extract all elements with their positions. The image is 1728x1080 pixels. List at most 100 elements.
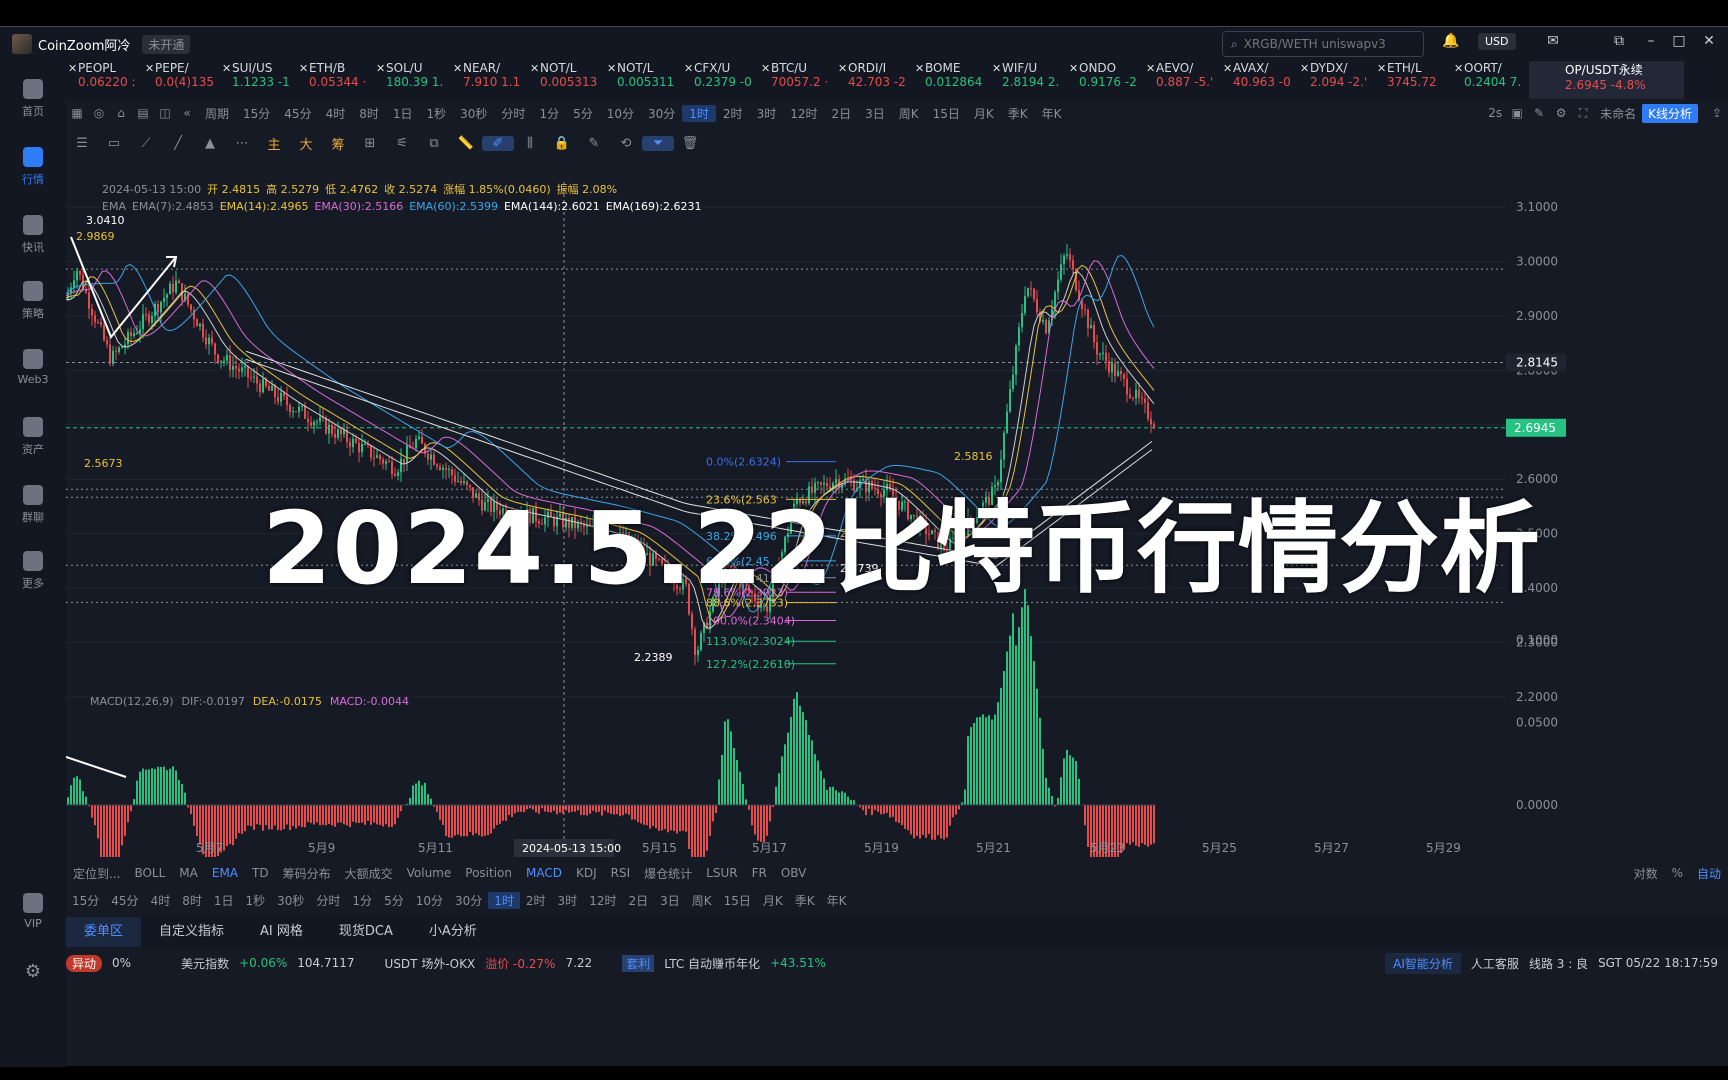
minimize-icon[interactable]: – xyxy=(1640,33,1662,49)
active-ticker[interactable]: OP/USDT永续 2.6945 -4.8% xyxy=(1529,61,1684,99)
indicator-0[interactable]: 定位到... xyxy=(66,865,127,882)
big-order-button[interactable]: 大 xyxy=(290,134,322,153)
sidebar-item-0[interactable]: 首页 xyxy=(0,79,66,119)
interval2-21[interactable]: 季K xyxy=(789,892,821,909)
indicator-6[interactable]: 大额成交 xyxy=(338,865,400,882)
interval2-16[interactable]: 2日 xyxy=(622,892,654,909)
refresh-rate[interactable]: 2s xyxy=(1488,106,1506,120)
close-ticker-icon[interactable]: ✕ xyxy=(684,62,693,75)
app-title[interactable]: CoinZoom阿冷 未开通 xyxy=(12,34,191,54)
candle-icon[interactable]: ⫼ xyxy=(514,136,546,151)
tab-1[interactable]: 自定义指标 xyxy=(141,917,242,947)
mail-icon[interactable]: ✉ xyxy=(1542,33,1564,49)
ticker-item[interactable]: ✕ BTC/U 70057.2 · xyxy=(759,61,836,99)
indicator-5[interactable]: 筹码分布 xyxy=(276,865,338,882)
ticker-item[interactable]: ✕ ORDI/I 42.703 -2 xyxy=(836,61,913,99)
tab-0[interactable]: 委单区 xyxy=(66,917,142,947)
interval-19[interactable]: 周K xyxy=(892,105,926,122)
interval-22[interactable]: 季K xyxy=(1001,105,1035,122)
interval2-20[interactable]: 月K xyxy=(757,892,789,909)
share-icon[interactable]: ⇪ xyxy=(1706,106,1728,120)
interval2-15[interactable]: 12时 xyxy=(583,892,622,909)
indicator-10[interactable]: KDJ xyxy=(569,866,604,880)
interval-10[interactable]: 5分 xyxy=(566,105,600,122)
interval-7[interactable]: 30秒 xyxy=(453,105,494,122)
interval-4[interactable]: 8时 xyxy=(352,105,386,122)
rectangle-tool-icon[interactable]: ▭ xyxy=(98,136,130,151)
indicator-7[interactable]: Volume xyxy=(400,866,459,880)
layout-name[interactable]: 未命名 xyxy=(1594,105,1642,122)
interval2-4[interactable]: 1日 xyxy=(208,892,240,909)
image-tool-icon[interactable]: ▲ xyxy=(194,136,226,151)
interval2-10[interactable]: 10分 xyxy=(410,892,449,909)
interval-9[interactable]: 1分 xyxy=(532,105,566,122)
lock-icon[interactable]: 🔒 xyxy=(546,136,578,151)
interval2-1[interactable]: 45分 xyxy=(105,892,144,909)
indicator-12[interactable]: 爆仓统计 xyxy=(637,865,699,882)
ai-analysis-button[interactable]: AI智能分析 xyxy=(1385,952,1461,974)
calendar-icon[interactable]: ▤ xyxy=(132,106,154,120)
rewind-icon[interactable]: « xyxy=(176,106,198,120)
close-ticker-icon[interactable]: ✕ xyxy=(1454,62,1463,75)
interval-21[interactable]: 月K xyxy=(967,105,1001,122)
arbitrage-tag[interactable]: 套利 xyxy=(622,954,655,972)
indicator-15[interactable]: OBV xyxy=(774,866,814,880)
ticker-item[interactable]: ✕ SUI/US 1.1233 -1 xyxy=(220,61,297,99)
ticker-item[interactable]: ✕ ONDO 0.9176 -2 xyxy=(1067,61,1144,99)
interval2-2[interactable]: 4时 xyxy=(145,892,177,909)
indicator-11[interactable]: RSI xyxy=(604,866,638,880)
currency-select[interactable]: USD xyxy=(1478,33,1516,50)
sidebar-item-5[interactable]: 资产 xyxy=(0,417,66,457)
ticker-item[interactable]: ✕ NOT/L 0.005313 xyxy=(528,61,605,99)
copy-icon[interactable]: ⧉ xyxy=(418,136,450,151)
interval-12[interactable]: 30分 xyxy=(641,105,682,122)
axis-option-0[interactable]: 对数 xyxy=(1627,865,1665,882)
customer-service-button[interactable]: 人工客服 xyxy=(1471,955,1519,972)
interval2-22[interactable]: 年K xyxy=(821,892,853,909)
filter-icon[interactable]: ⏷ xyxy=(642,135,674,151)
trash-icon[interactable]: 🗑 xyxy=(674,136,706,151)
close-ticker-icon[interactable]: ✕ xyxy=(761,62,770,75)
interval2-12[interactable]: 1时 xyxy=(488,891,520,909)
close-ticker-icon[interactable]: ✕ xyxy=(1069,62,1078,75)
ticker-item[interactable]: ✕ DYDX/2.094 -2.' xyxy=(1298,61,1375,99)
close-ticker-icon[interactable]: ✕ xyxy=(299,62,308,75)
indicator-1[interactable]: BOLL xyxy=(127,866,172,880)
tab-4[interactable]: 小A分析 xyxy=(411,917,495,947)
pen-icon[interactable]: ✎ xyxy=(1528,106,1550,120)
chip-button[interactable]: 筹 xyxy=(322,134,354,153)
indicator-2[interactable]: MA xyxy=(172,866,205,880)
kline-analysis-button[interactable]: K线分析 xyxy=(1642,103,1698,123)
interval2-8[interactable]: 1分 xyxy=(346,892,378,909)
close-ticker-icon[interactable]: ✕ xyxy=(376,62,385,75)
interval2-0[interactable]: 15分 xyxy=(66,892,105,909)
line-tool-icon[interactable]: ╱ xyxy=(162,136,194,151)
interval2-14[interactable]: 3时 xyxy=(552,892,584,909)
sidebar-item-8[interactable]: VIP xyxy=(0,893,66,930)
main-force-button[interactable]: 主 xyxy=(258,134,290,153)
ticker-item[interactable]: ✕ ETH/L 3745.72 xyxy=(1375,61,1452,99)
ticker-item[interactable]: ✕ NEAR/7.910 1.1 xyxy=(451,61,528,99)
indicator-8[interactable]: Position xyxy=(458,866,519,880)
ticker-item[interactable]: ✕ AVAX/40.963 -0 xyxy=(1221,61,1298,99)
sidebar-item-3[interactable]: 策略 xyxy=(0,281,66,321)
close-ticker-icon[interactable]: ✕ xyxy=(530,62,539,75)
search-input[interactable] xyxy=(1243,37,1394,51)
close-ticker-icon[interactable]: ✕ xyxy=(68,62,77,75)
interval-5[interactable]: 1日 xyxy=(386,105,420,122)
fullscreen-icon[interactable]: ⛶ xyxy=(1572,106,1594,121)
avatar[interactable] xyxy=(12,34,32,54)
close-ticker-icon[interactable]: ✕ xyxy=(1223,62,1232,75)
maximize-icon[interactable]: □ xyxy=(1668,33,1690,49)
close-ticker-icon[interactable]: ✕ xyxy=(1377,62,1386,75)
ticker-item[interactable]: ✕ ETH/B 0.05344 · xyxy=(297,61,374,99)
close-icon[interactable]: ✕ xyxy=(1698,33,1720,49)
close-ticker-icon[interactable]: ✕ xyxy=(607,62,616,75)
interval-11[interactable]: 10分 xyxy=(600,105,641,122)
sidebar-item-7[interactable]: 更多 xyxy=(0,551,66,591)
interval2-13[interactable]: 2时 xyxy=(520,892,552,909)
sidebar-item-1[interactable]: 行情 xyxy=(0,147,66,187)
interval-16[interactable]: 12时 xyxy=(783,105,824,122)
interval2-9[interactable]: 5分 xyxy=(378,892,410,909)
chart-type-icon[interactable]: ▦ xyxy=(66,106,88,120)
